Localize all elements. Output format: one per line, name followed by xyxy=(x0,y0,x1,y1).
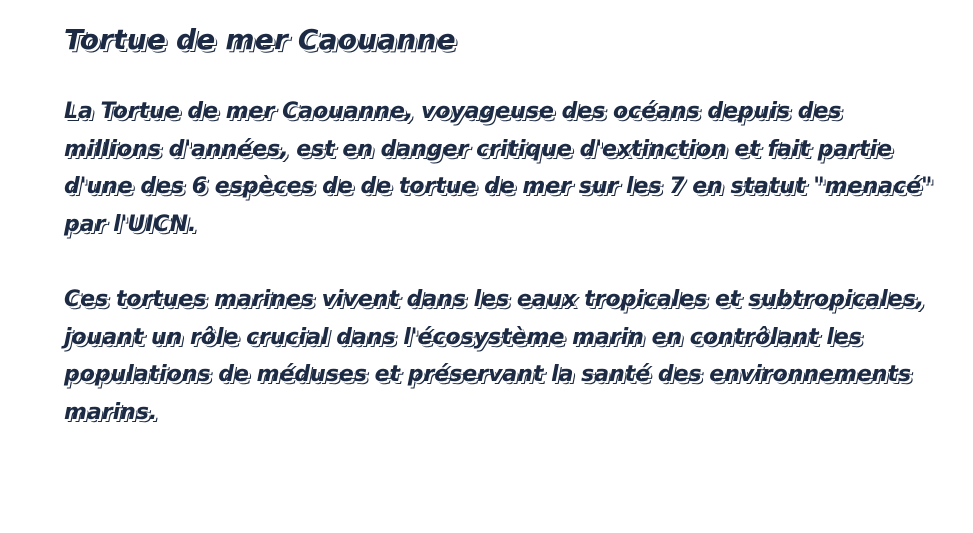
paragraph-intro: La Tortue de mer Caouanne, voyageuse des… xyxy=(64,99,933,237)
slide-title: Tortue de mer Caouanne xyxy=(64,23,456,56)
slide: Tortue de mer Caouanne La Tortue de mer … xyxy=(0,0,973,533)
paragraph-habitat: Ces tortues marines vivent dans les eaux… xyxy=(64,287,925,425)
